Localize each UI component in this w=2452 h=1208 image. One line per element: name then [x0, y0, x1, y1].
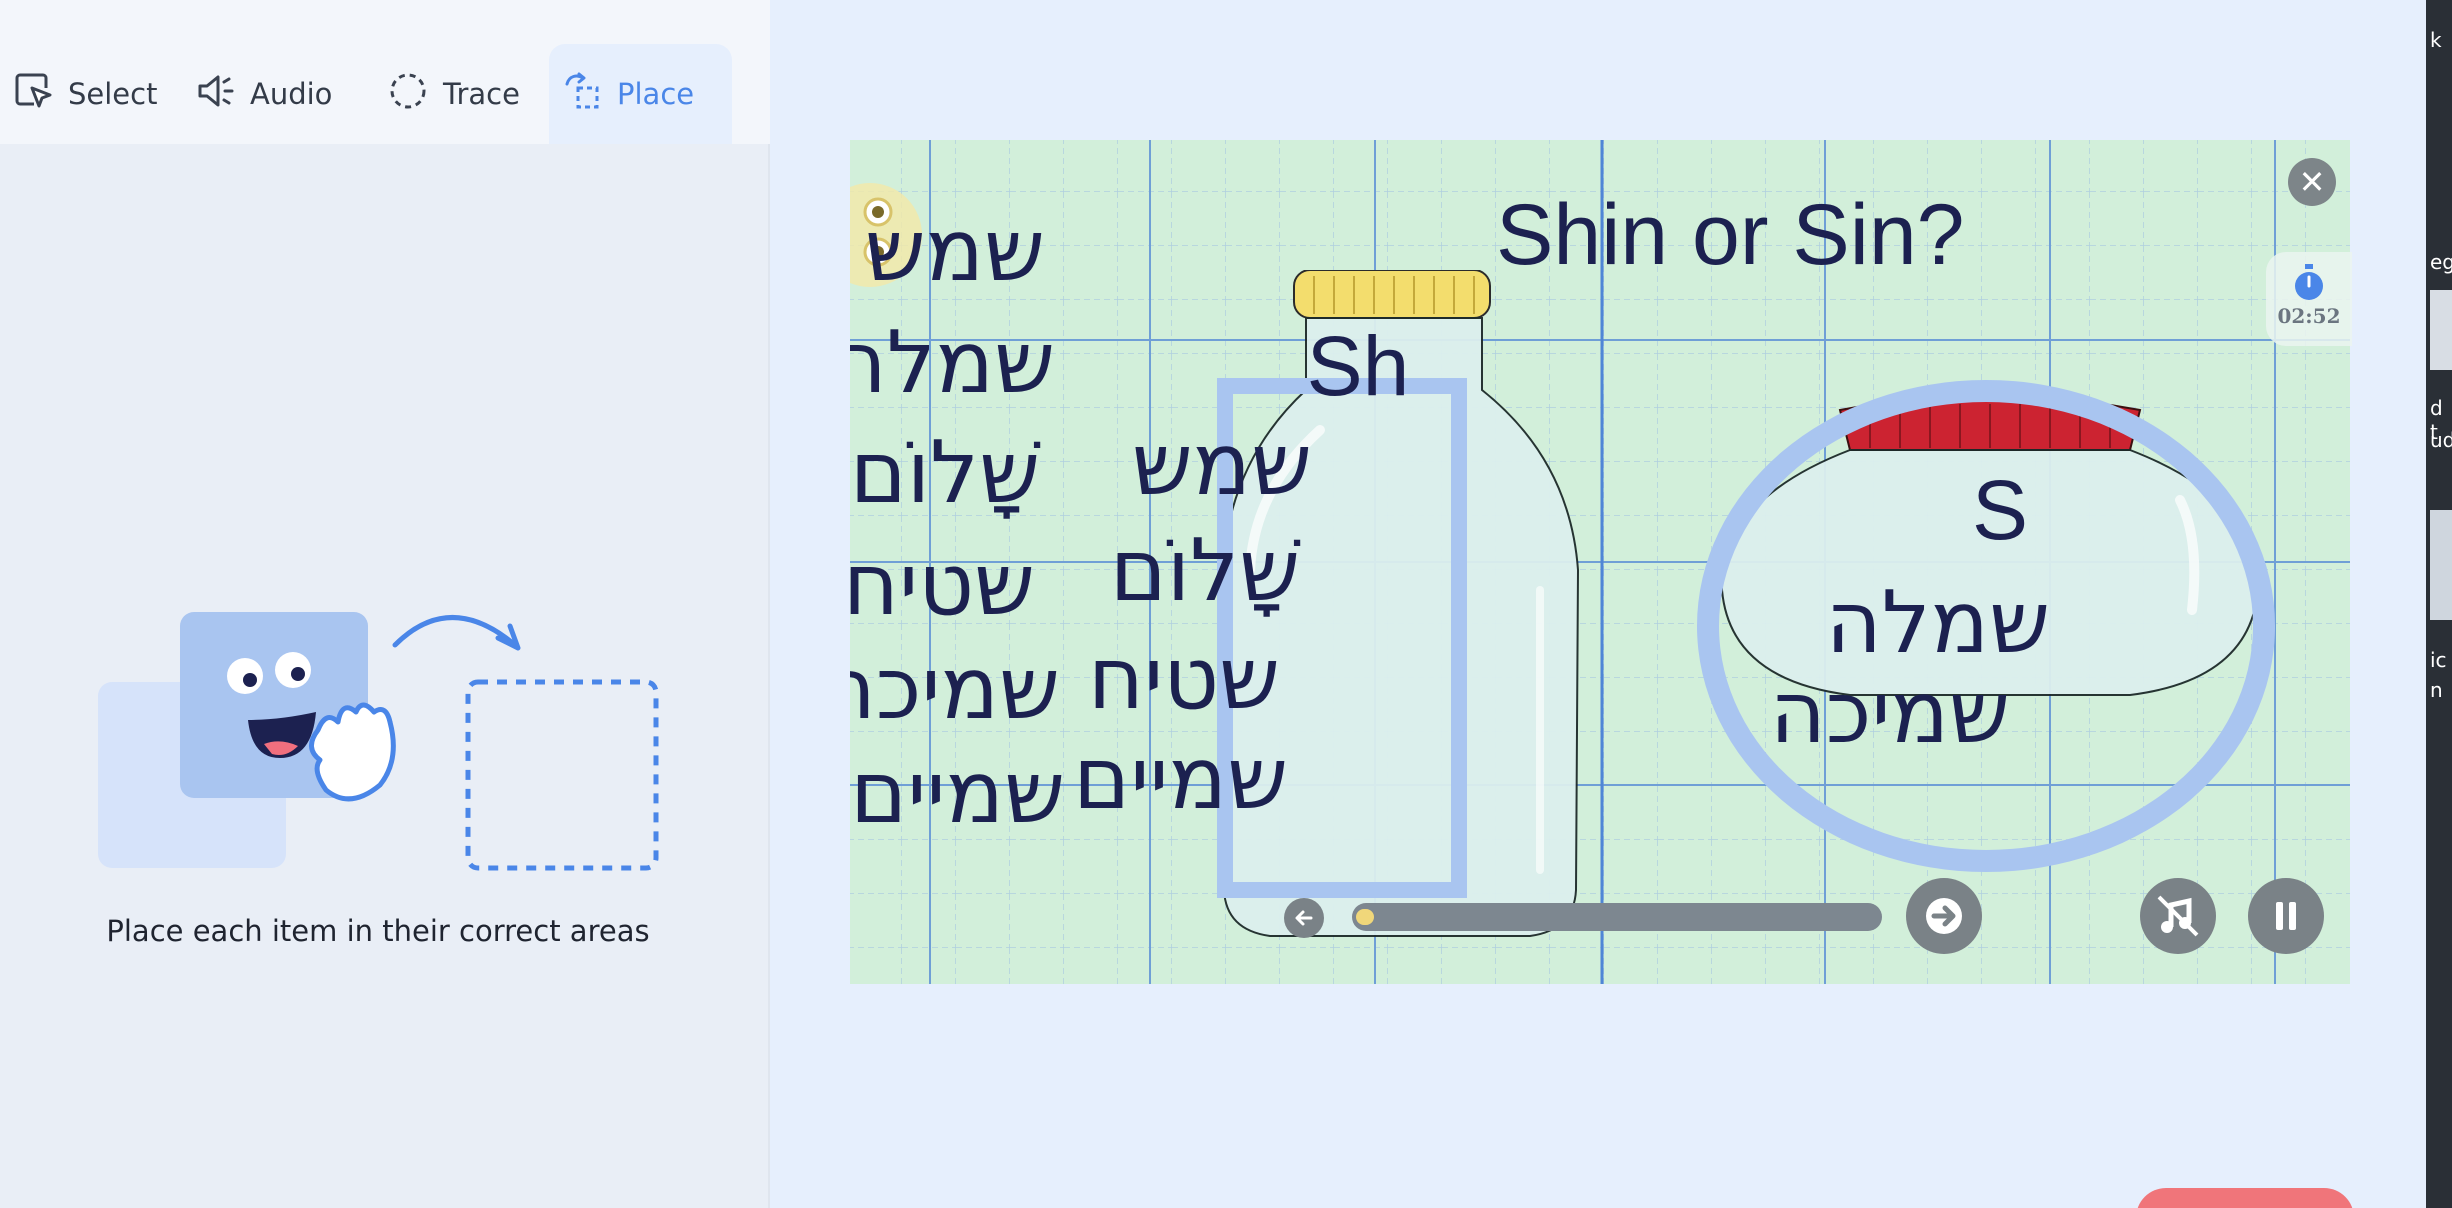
instruction-text: Place each item in their correct areas — [106, 914, 650, 948]
edge-text: ud — [2430, 428, 2452, 452]
bottle-word[interactable]: שטיח — [1088, 636, 1280, 722]
tab-select[interactable]: Select — [0, 44, 169, 144]
timer-badge: 02:52 — [2266, 252, 2352, 346]
place-illustration — [98, 612, 659, 871]
tab-audio-label: Audio — [250, 77, 333, 111]
pause-button[interactable] — [2248, 878, 2324, 954]
word-bank-item[interactable]: שמיים — [850, 750, 1065, 836]
mute-music-button[interactable] — [2140, 878, 2216, 954]
edge-text: ic — [2430, 648, 2447, 672]
arrow-right-icon — [1926, 898, 1962, 934]
close-icon: ✕ — [2298, 163, 2326, 201]
background-window-edge: k eg d t ud ic n — [2426, 0, 2452, 1208]
next-button[interactable] — [1906, 878, 1982, 954]
cursor-select-icon — [12, 70, 54, 119]
progress-bar[interactable] — [1352, 903, 1882, 931]
edge-thumbnail — [2430, 290, 2452, 370]
bottle-word[interactable]: שמיים — [1073, 736, 1288, 822]
close-button[interactable]: ✕ — [2288, 158, 2336, 206]
tab-trace-label: Trace — [443, 77, 520, 111]
edge-text: k — [2430, 28, 2442, 52]
pause-icon — [2276, 902, 2296, 930]
word-bank-item[interactable]: שמש — [865, 208, 1045, 294]
tab-place-label: Place — [617, 77, 695, 111]
back-button[interactable] — [1284, 898, 1324, 938]
jar-word[interactable]: שמלה — [1826, 580, 2050, 666]
tab-select-label: Select — [68, 77, 158, 111]
bottle-word[interactable]: שמש — [1132, 422, 1312, 508]
left-panel: Select Audio Trace Place Place each item… — [0, 0, 770, 1208]
tab-audio[interactable]: Audio — [182, 44, 344, 144]
word-bank-item[interactable]: שָׁלוֹם — [850, 430, 1040, 516]
timer-text: 02:52 — [2277, 304, 2341, 328]
word-bank-item[interactable]: שמיכה — [850, 646, 1060, 732]
music-off-icon — [2157, 895, 2199, 937]
edge-thumbnail — [2430, 510, 2452, 620]
bottle-label: Sh — [1306, 319, 1410, 413]
word-bank-item[interactable]: שמלה — [850, 320, 1055, 406]
arrow-left-icon — [1295, 910, 1313, 926]
bottle-word[interactable]: שָׁלוֹם — [1110, 528, 1300, 614]
jar-label: S — [1972, 463, 2029, 557]
place-icon — [561, 70, 603, 119]
activity-slide: Shin or Sin? שמש שמלה שָׁלוֹם שטיח שמיכה… — [850, 140, 2350, 984]
word-bank-item[interactable]: שטיח — [850, 542, 1035, 628]
progress-fill — [1356, 909, 1374, 925]
stopwatch-icon — [2295, 264, 2323, 300]
tab-place[interactable]: Place — [549, 44, 732, 144]
bottom-action-button[interactable] — [2136, 1188, 2354, 1208]
jar-word[interactable]: שמיכה — [1770, 670, 2010, 756]
edge-text: n — [2430, 678, 2443, 702]
edge-text: eg — [2430, 250, 2452, 274]
tab-trace[interactable]: Trace — [375, 44, 532, 144]
speaker-icon — [194, 70, 236, 119]
slide-title: Shin or Sin? — [1496, 187, 1965, 283]
tool-tabs: Select Audio Trace Place — [0, 0, 770, 144]
dashed-circle-icon — [387, 70, 429, 119]
